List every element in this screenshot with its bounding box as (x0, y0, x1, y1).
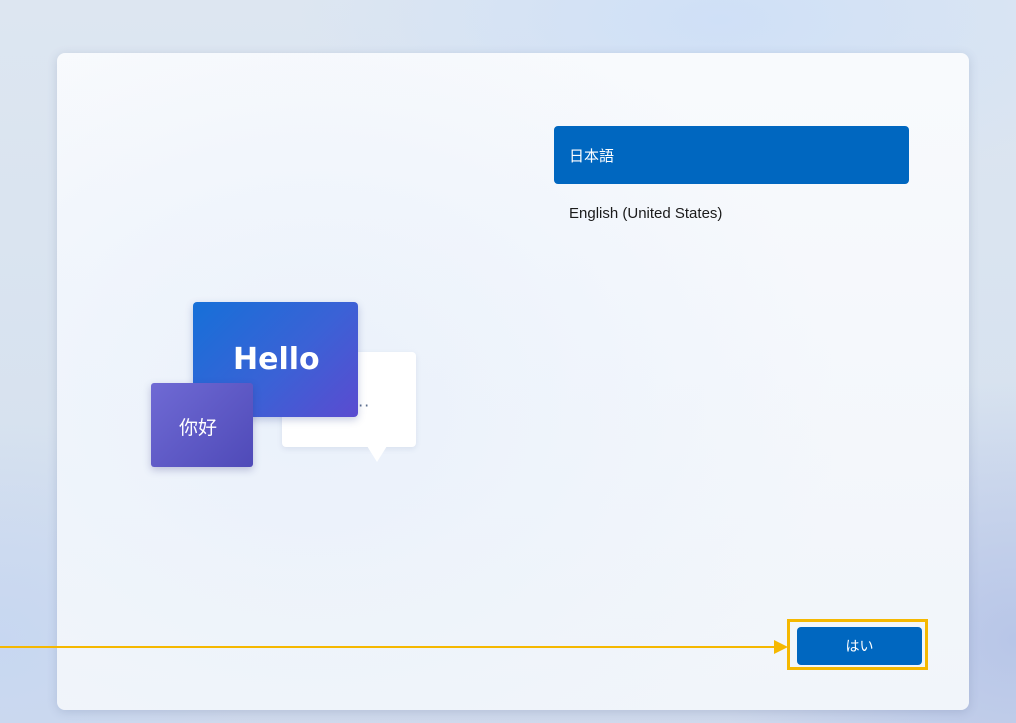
nihao-card: 你好 (151, 383, 253, 467)
oobe-card: ··· Hello 你好 日本語 English (United States) (57, 53, 969, 710)
yes-button[interactable]: はい (797, 627, 922, 665)
language-illustration: ··· Hello 你好 (151, 302, 419, 470)
language-item-english-us[interactable]: English (United States) (554, 184, 909, 242)
annotation-arrow-head-icon (774, 640, 788, 654)
hello-text: Hello (233, 342, 320, 377)
annotation-arrow-line (0, 646, 776, 648)
language-list: 日本語 English (United States) (554, 126, 909, 242)
nihao-text: 你好 (179, 417, 218, 439)
language-item-label: English (United States) (569, 204, 723, 222)
oobe-background: ··· Hello 你好 日本語 English (United States)… (0, 0, 1016, 723)
language-item-japanese[interactable]: 日本語 (554, 126, 909, 184)
language-item-label: 日本語 (569, 147, 615, 165)
speech-bubble-tail (367, 446, 387, 462)
